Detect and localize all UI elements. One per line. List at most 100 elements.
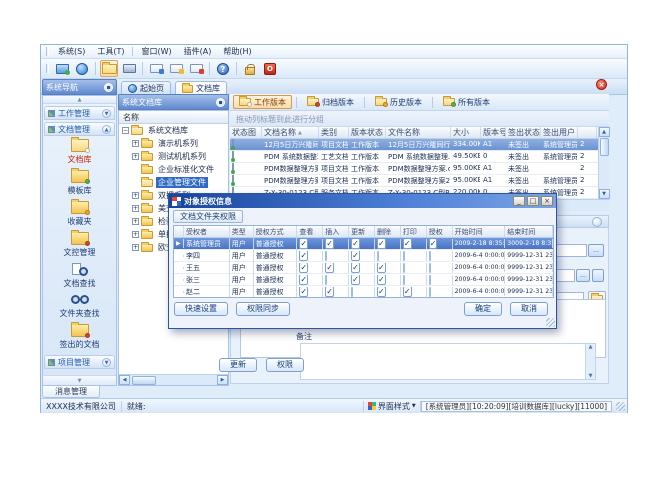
column-header-文档名称[interactable]: 文档名称▲ bbox=[262, 127, 319, 138]
help-button[interactable]: ? bbox=[214, 60, 232, 77]
sidebar-group-3[interactable]: 项目管理▼ bbox=[44, 355, 115, 369]
sidebar-item-文档查找[interactable]: 文档查找 bbox=[43, 263, 116, 289]
tab-起始页[interactable]: 起始页 bbox=[121, 81, 171, 95]
checkbox-checked-icon[interactable]: ✓ bbox=[325, 287, 334, 297]
scroll-left-icon[interactable]: ◀ bbox=[119, 375, 130, 385]
sidebar-group-2[interactable]: 文档管理▲ bbox=[44, 122, 115, 136]
grid-column-类型[interactable]: 类型 bbox=[230, 226, 254, 237]
permission-row-系统管理员[interactable]: ▶系统管理员用户普通授权✓✓✓✓✓✓2009-2-18 8:35:573009-… bbox=[174, 238, 553, 250]
sidebar-item-模板库[interactable]: 模板库 bbox=[43, 170, 116, 196]
checkbox-checked-icon[interactable]: ✓ bbox=[377, 275, 386, 285]
checkbox-unchecked-icon[interactable] bbox=[429, 287, 431, 297]
version-button-归档版本[interactable]: 归档版本 bbox=[301, 95, 360, 109]
checkbox-checked-icon[interactable]: ✓ bbox=[299, 263, 308, 273]
mail-flag-button[interactable] bbox=[187, 60, 205, 77]
sidebar-item-文件夹查找[interactable]: 文件夹查找 bbox=[43, 294, 116, 319]
checkbox-unchecked-icon[interactable] bbox=[325, 275, 327, 285]
table-row[interactable]: PDM数据整理方案.doc项目文档工作版本PDM数据整理方案.doc95.00K… bbox=[230, 163, 609, 175]
checkbox-unchecked-icon[interactable] bbox=[403, 275, 405, 285]
close-icon[interactable]: × bbox=[541, 196, 553, 206]
grid-column-查看[interactable]: 查看 bbox=[297, 226, 323, 237]
expand-icon[interactable]: + bbox=[132, 218, 139, 225]
grid-column-授权方式[interactable]: 授权方式 bbox=[254, 226, 298, 237]
expand-icon[interactable]: + bbox=[132, 231, 139, 238]
sidebar-scroll-down[interactable]: ▼ bbox=[43, 375, 116, 385]
tree-node-系统文档库[interactable]: −系统文档库 bbox=[119, 124, 228, 137]
chevron-down-icon[interactable]: ▼ bbox=[102, 109, 111, 118]
checkbox-checked-icon[interactable]: ✓ bbox=[429, 239, 438, 249]
column-header-状态图[interactable]: 状态图 bbox=[230, 127, 262, 138]
lock-button[interactable] bbox=[241, 60, 259, 77]
sidebar-scroll-up[interactable]: ▲ bbox=[43, 96, 116, 104]
sidebar-group-1[interactable]: 工作管理▼ bbox=[44, 106, 115, 120]
update-button[interactable]: 更新 bbox=[219, 358, 257, 372]
checkbox-unchecked-icon[interactable] bbox=[429, 251, 431, 261]
expand-icon[interactable]: + bbox=[132, 244, 139, 251]
checkbox-checked-icon[interactable]: ✓ bbox=[299, 287, 308, 297]
checkbox-checked-icon[interactable]: ✓ bbox=[377, 263, 386, 273]
tree-node-测试机机系列[interactable]: +测试机机系列 bbox=[119, 150, 228, 163]
grid-column-插入[interactable]: 插入 bbox=[323, 226, 349, 237]
expand-icon[interactable]: + bbox=[132, 140, 139, 147]
column-header-签出用户[interactable]: 签出用户 bbox=[541, 127, 578, 138]
menu-item-3[interactable]: 窗口(W) bbox=[135, 45, 177, 58]
checkbox-checked-icon[interactable]: ✓ bbox=[403, 287, 412, 297]
menu-item-4[interactable]: 插件(A) bbox=[178, 45, 218, 58]
textarea-vscrollbar[interactable]: ▲▼ bbox=[585, 344, 595, 379]
ellipsis-button[interactable]: … bbox=[588, 244, 604, 257]
remark-textarea[interactable]: ▲▼ bbox=[300, 343, 596, 380]
collapse-panel-icon[interactable] bbox=[592, 217, 602, 227]
pin-icon[interactable]: ▪ bbox=[104, 83, 113, 92]
sidebar-item-文档库[interactable]: 文档库 bbox=[43, 139, 116, 165]
mail-archive-button[interactable] bbox=[167, 60, 185, 77]
grid-column-删除[interactable]: 删除 bbox=[375, 226, 401, 237]
checkbox-unchecked-icon[interactable] bbox=[351, 287, 353, 297]
checkbox-unchecked-icon[interactable] bbox=[429, 263, 431, 273]
version-button-所有版本[interactable]: 所有版本 bbox=[437, 95, 496, 109]
grid-column-结束时间[interactable]: 结束时间 bbox=[505, 226, 553, 237]
checkbox-unchecked-icon[interactable] bbox=[377, 251, 379, 261]
scroll-thumb[interactable] bbox=[600, 138, 609, 156]
small-button[interactable] bbox=[592, 269, 604, 282]
checkbox-checked-icon[interactable]: ✓ bbox=[299, 275, 308, 285]
collapse-icon[interactable]: − bbox=[122, 127, 129, 134]
tree-node-企业标准化文件[interactable]: 企业标准化文件 bbox=[119, 163, 228, 176]
chevron-up-icon[interactable]: ▲ bbox=[102, 125, 111, 134]
ok-button[interactable]: 确定 bbox=[464, 302, 502, 316]
checkbox-checked-icon[interactable]: ✓ bbox=[325, 263, 334, 273]
权限同步-button[interactable]: 权限同步 bbox=[236, 302, 290, 316]
checkbox-checked-icon[interactable]: ✓ bbox=[299, 251, 308, 261]
message-management-tab[interactable]: 消息管理 bbox=[42, 386, 100, 398]
permission-row-王五[interactable]: 王五用户普通授权✓✓✓✓2009-6-4 0:00:009999-12-31 2… bbox=[174, 262, 553, 274]
sidebar-item-收藏夹[interactable]: 收藏夹 bbox=[43, 201, 116, 227]
chevron-down-icon[interactable]: ▼ bbox=[102, 358, 111, 367]
permission-button[interactable]: 权限 bbox=[266, 358, 304, 372]
tree-node-企业管理文件[interactable]: 企业管理文件 bbox=[119, 176, 228, 189]
version-button-历史版本[interactable]: 历史版本 bbox=[369, 95, 428, 109]
grid-column-授权[interactable]: 授权 bbox=[427, 226, 453, 237]
tree-node-演示机系列[interactable]: +演示机系列 bbox=[119, 137, 228, 150]
tree-column-header[interactable]: 名称 bbox=[119, 111, 228, 124]
checkbox-checked-icon[interactable]: ✓ bbox=[377, 239, 386, 249]
pin-icon[interactable]: ▪ bbox=[216, 98, 225, 107]
column-header-大小[interactable]: 大小 bbox=[451, 127, 481, 138]
globe-button[interactable] bbox=[73, 60, 91, 77]
grid-column-受权者[interactable]: 受权者 bbox=[184, 226, 230, 237]
permission-row-赵二[interactable]: 赵二用户普通授权✓✓✓✓2009-6-4 0:00:009999-12-31 2… bbox=[174, 286, 553, 298]
column-header-签出状态[interactable]: 签出状态 bbox=[506, 127, 541, 138]
grid-column-更新[interactable]: 更新 bbox=[349, 226, 375, 237]
menu-item-1[interactable]: 系统(S) bbox=[52, 45, 91, 58]
column-header-文件名称[interactable]: 文件名称 bbox=[386, 127, 451, 138]
tab-文档库[interactable]: 文档库 bbox=[175, 81, 227, 95]
checkbox-checked-icon[interactable]: ✓ bbox=[351, 263, 360, 273]
menu-item-2[interactable]: 工具(T) bbox=[91, 45, 130, 58]
menu-item-5[interactable]: 帮助(H) bbox=[217, 45, 257, 58]
exit-button[interactable]: O bbox=[261, 60, 279, 77]
scroll-up-icon[interactable]: ▲ bbox=[599, 127, 610, 137]
computer-sync-button[interactable] bbox=[53, 60, 71, 77]
column-header-extra[interactable] bbox=[578, 127, 597, 138]
checkbox-unchecked-icon[interactable] bbox=[429, 275, 431, 285]
tree-hscrollbar[interactable]: ◀ ▶ bbox=[119, 374, 228, 385]
checkbox-unchecked-icon[interactable] bbox=[403, 251, 405, 261]
table-row[interactable]: 12月5日万兴隆同行…项目文档工作版本12月5日万兴隆同行…334.00KBA1… bbox=[230, 139, 609, 151]
